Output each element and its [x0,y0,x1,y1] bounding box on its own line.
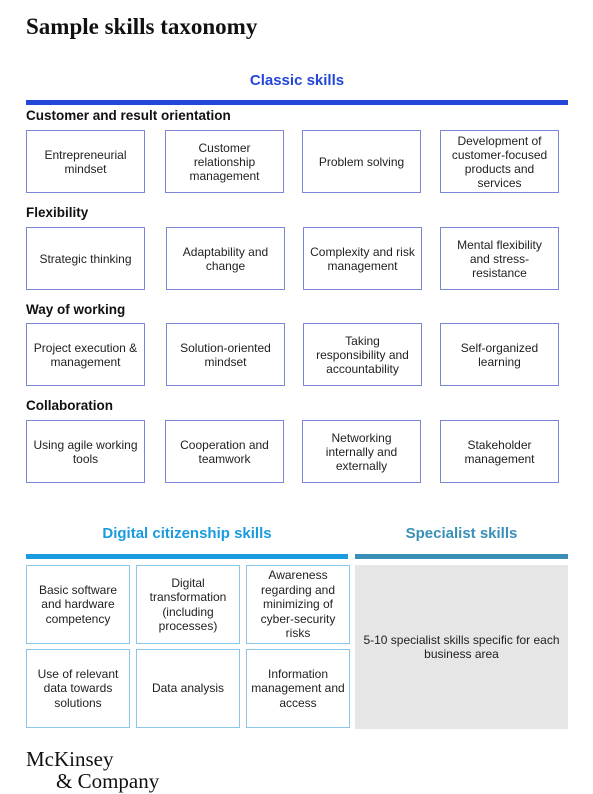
digital-skill-box: Use of relevant data towards solutions [26,649,130,728]
digital-skill-box: Data analysis [136,649,240,728]
skill-box: Entrepreneurial mindset [26,130,145,193]
skill-box: Complexity and risk management [303,227,422,290]
skill-box: Networking internally and externally [302,420,421,483]
skill-box: Customer relationship management [165,130,284,193]
skill-box: Project execution & management [26,323,145,386]
logo-line-2: & Company [56,769,160,793]
specialist-skills-box: 5-10 specialist skills specific for each… [355,565,568,729]
logo-line-1: McKinsey [26,747,114,771]
digital-skill-box: Awareness regarding and minimizing of cy… [246,565,350,644]
skill-box: Problem solving [302,130,421,193]
digital-citizenship-header: Digital citizenship skills [102,525,272,542]
digital-citizenship-divider [26,554,348,559]
skill-box: Using agile working tools [26,420,145,483]
specialist-skills-divider [355,554,568,559]
skill-box: Stakeholder management [440,420,559,483]
group-label-flexibility: Flexibility [26,205,89,220]
skill-box: Mental flexibility and stress-resistance [440,227,559,290]
skill-box: Strategic thinking [26,227,145,290]
skill-box: Development of customer-focused products… [440,130,559,193]
skill-box: Solution-oriented mindset [166,323,285,386]
classic-skills-header: Classic skills [249,72,345,89]
skill-box: Self-organized learning [440,323,559,386]
group-label-way-of-working: Way of working [26,302,126,317]
skill-box: Cooperation and teamwork [165,420,284,483]
specialist-skills-header: Specialist skills [405,525,518,542]
group-label-collaboration: Collaboration [26,398,113,413]
classic-skills-divider [26,100,568,105]
digital-skill-box: Digital transformation (including proces… [136,565,240,644]
group-label-customer-result-orientation: Customer and result orientation [26,108,231,123]
mckinsey-logo: McKinsey & Company [26,748,159,792]
digital-skill-box: Information management and access [246,649,350,728]
skill-box: Taking responsibility and accountability [303,323,422,386]
page-title: Sample skills taxonomy [26,14,258,39]
skill-box: Adaptability and change [166,227,285,290]
digital-skill-box: Basic software and hardware competency [26,565,130,644]
